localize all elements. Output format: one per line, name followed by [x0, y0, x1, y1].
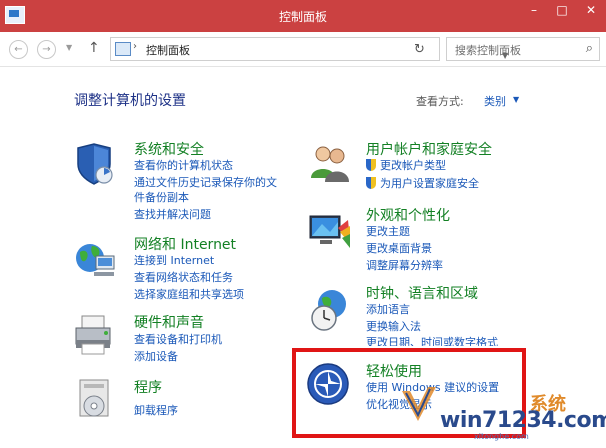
watermark-logo-icon — [402, 387, 436, 421]
link-file-history[interactable]: 通过文件历史记录保存你的文 — [134, 175, 277, 190]
link-change-theme[interactable]: 更改主题 — [366, 224, 410, 239]
view-by-label: 查看方式: — [416, 95, 464, 108]
category-system-security[interactable]: 系统和安全 — [134, 139, 204, 159]
appearance-monitor-icon[interactable] — [308, 210, 352, 254]
link-add-device[interactable]: 添加设备 — [134, 349, 178, 364]
link-uninstall-program[interactable]: 卸载程序 — [134, 403, 178, 418]
link-file-history-cont[interactable]: 件备份副本 — [134, 190, 189, 205]
users-icon[interactable] — [308, 140, 352, 184]
watermark-text: win71234.com — [440, 408, 606, 433]
breadcrumb-control-panel[interactable]: 控制面板 — [146, 42, 190, 58]
programs-icon[interactable] — [72, 378, 116, 422]
uac-shield-icon — [366, 177, 376, 189]
recent-locations-chevron-icon[interactable]: ▼ — [66, 43, 72, 52]
view-by-dropdown[interactable]: 类别 — [484, 93, 506, 109]
minimize-button[interactable]: – — [520, 0, 548, 22]
link-view-computer-status[interactable]: 查看你的计算机状态 — [134, 158, 233, 173]
close-button[interactable]: ✕ — [576, 0, 606, 22]
category-hardware-sound[interactable]: 硬件和声音 — [134, 312, 204, 332]
search-icon[interactable]: ⌕ — [586, 41, 593, 56]
link-troubleshoot[interactable]: 查找并解决问题 — [134, 207, 211, 222]
link-add-language[interactable]: 添加语言 — [366, 302, 410, 317]
window-title: 控制面板 — [278, 10, 327, 24]
link-date-time-format[interactable]: 更改日期、时间或数字格式 — [366, 335, 498, 346]
up-arrow-icon[interactable]: ↑ — [88, 40, 100, 56]
category-clock-language[interactable]: 时钟、语言和区域 — [366, 283, 478, 303]
category-user-accounts[interactable]: 用户帐户和家庭安全 — [366, 139, 492, 159]
forward-arrow-icon[interactable]: → — [37, 40, 56, 59]
category-programs[interactable]: 程序 — [134, 377, 162, 397]
category-network-internet[interactable]: 网络和 Internet — [134, 234, 236, 254]
link-screen-resolution[interactable]: 调整屏幕分辨率 — [366, 258, 443, 273]
view-by-chevron-icon[interactable]: ▼ — [513, 95, 519, 104]
uac-shield-icon — [366, 159, 376, 171]
watermark-subtext: xitonghe.com — [474, 432, 529, 441]
address-path-box[interactable]: › 控制面板 ▼ — [110, 37, 508, 61]
link-homegroup[interactable]: 选择家庭组和共享选项 — [134, 287, 244, 302]
search-placeholder: 搜索控制面板 — [455, 44, 521, 57]
control-panel-small-icon — [115, 42, 131, 56]
refresh-icon[interactable]: ↻ — [414, 42, 425, 57]
link-change-account-type[interactable]: 更改帐户类型 — [366, 158, 446, 173]
clock-globe-icon[interactable] — [308, 288, 352, 332]
breadcrumb-chevron-icon[interactable]: › — [133, 41, 137, 52]
link-connect-internet[interactable]: 连接到 Internet — [134, 253, 214, 268]
link-family-safety[interactable]: 为用户设置家庭安全 — [366, 176, 479, 191]
link-devices-printers[interactable]: 查看设备和打印机 — [134, 332, 222, 347]
link-change-input[interactable]: 更换输入法 — [366, 319, 421, 334]
category-appearance[interactable]: 外观和个性化 — [366, 205, 450, 225]
printer-icon[interactable] — [72, 312, 116, 356]
back-arrow-icon[interactable]: ← — [9, 40, 28, 59]
address-bar: ← → ▼ ↑ › 控制面板 ▼ ↻ 搜索控制面板 ⌕ — [0, 32, 606, 67]
title-bar: 控制面板 – □ ✕ — [0, 0, 606, 32]
network-globe-icon[interactable] — [72, 236, 116, 280]
search-input[interactable]: 搜索控制面板 ⌕ — [446, 37, 600, 61]
link-network-status[interactable]: 查看网络状态和任务 — [134, 270, 233, 285]
link-change-background[interactable]: 更改桌面背景 — [366, 241, 432, 256]
shield-icon[interactable] — [72, 142, 116, 186]
maximize-button[interactable]: □ — [548, 0, 576, 22]
page-title: 调整计算机的设置 — [74, 93, 186, 109]
